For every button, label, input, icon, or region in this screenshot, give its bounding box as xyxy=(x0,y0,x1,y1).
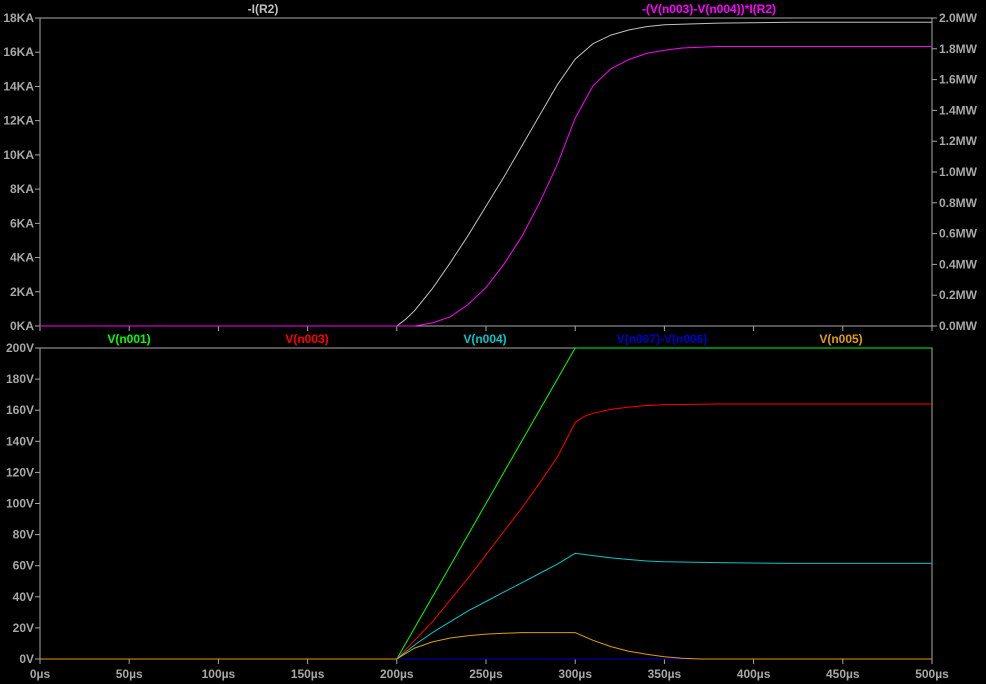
y-tick-label: 160V xyxy=(6,403,34,417)
left-y-tick-label: 18KA xyxy=(3,11,34,25)
right-y-tick-label: 0.4MW xyxy=(939,257,978,271)
legend-label[interactable]: V(n004) xyxy=(463,332,506,346)
x-tick-label: 300µs xyxy=(558,667,592,681)
top-pane[interactable]: 0KA 2KA 4KA 6KA 8KA 10KA 12KA 14KA 16KA 18KA 0.0MW… xyxy=(3,2,977,333)
x-tick-label: 0µs xyxy=(30,667,51,681)
y-tick-label: 140V xyxy=(6,434,34,448)
left-y-tick-label: 14KA xyxy=(3,79,34,93)
right-y-tick-label: 0.0MW xyxy=(939,319,978,333)
right-y-tick-label: 2.0MW xyxy=(939,11,978,25)
series-line-v-n005[interactable] xyxy=(40,632,932,660)
left-y-tick-label: 8KA xyxy=(10,182,34,196)
y-tick-label: 40V xyxy=(13,590,34,604)
x-tick-label: 100µs xyxy=(202,667,236,681)
legend-label[interactable]: V(n007)-V(n006) xyxy=(617,332,708,346)
right-y-tick-label: 1.6MW xyxy=(939,73,978,87)
x-tick-label: 250µs xyxy=(469,667,503,681)
right-y-tick-label: 0.6MW xyxy=(939,227,978,241)
legend-label[interactable]: -(V(n003)-V(n004))*I(R2) xyxy=(642,2,776,16)
right-y-tick-label: 1.8MW xyxy=(939,42,978,56)
right-y-tick-label: 1.4MW xyxy=(939,103,978,117)
x-tick-label: 50µs xyxy=(116,667,143,681)
left-y-tick-label: 6KA xyxy=(10,216,34,230)
y-tick-label: 100V xyxy=(6,497,34,511)
x-tick-label: 150µs xyxy=(291,667,325,681)
series-line-v-n004[interactable] xyxy=(40,552,932,660)
legend-label[interactable]: -I(R2) xyxy=(248,2,279,16)
left-y-tick-label: 4KA xyxy=(10,251,34,265)
x-tick-label: 400µs xyxy=(737,667,771,681)
waveform-viewer: 0KA 2KA 4KA 6KA 8KA 10KA 12KA 14KA 16KA 18KA 0.0MW… xyxy=(0,0,986,684)
right-y-tick-label: 1.2MW xyxy=(939,134,978,148)
right-y-tick-label: 1.0MW xyxy=(939,165,978,179)
legend-label[interactable]: V(n001) xyxy=(107,332,150,346)
series-line-i-r2[interactable] xyxy=(40,21,932,327)
x-tick-label: 200µs xyxy=(380,667,414,681)
series-line-v-n001[interactable] xyxy=(40,347,932,660)
x-tick-label: 450µs xyxy=(826,667,860,681)
right-y-tick-label: 0.8MW xyxy=(939,196,978,210)
x-tick-label: 350µs xyxy=(648,667,682,681)
y-tick-label: 60V xyxy=(13,559,34,573)
top-plot-frame xyxy=(39,17,933,327)
legend-label[interactable]: V(n003) xyxy=(285,332,328,346)
series-line-v-n003-v-n004-i-r2[interactable] xyxy=(40,46,932,327)
series-line-v-n003[interactable] xyxy=(40,403,932,660)
y-tick-label: 200V xyxy=(6,341,34,355)
left-y-tick-label: 2KA xyxy=(10,285,34,299)
bottom-pane[interactable]: 0V 20V 40V 60V 80V 100V 120V 140V 160V 180V 200V 0µ… xyxy=(6,332,949,681)
left-y-tick-label: 0KA xyxy=(10,319,34,333)
left-y-tick-label: 12KA xyxy=(3,114,34,128)
left-y-tick-label: 16KA xyxy=(3,45,34,59)
y-tick-label: 120V xyxy=(6,465,34,479)
right-y-tick-label: 0.2MW xyxy=(939,288,978,302)
legend-label[interactable]: V(n005) xyxy=(819,332,862,346)
y-tick-label: 20V xyxy=(13,621,34,635)
y-tick-label: 0V xyxy=(19,652,34,666)
left-y-tick-label: 10KA xyxy=(3,148,34,162)
y-tick-label: 80V xyxy=(13,528,34,542)
y-tick-label: 180V xyxy=(6,372,34,386)
x-tick-label: 500µs xyxy=(915,667,949,681)
